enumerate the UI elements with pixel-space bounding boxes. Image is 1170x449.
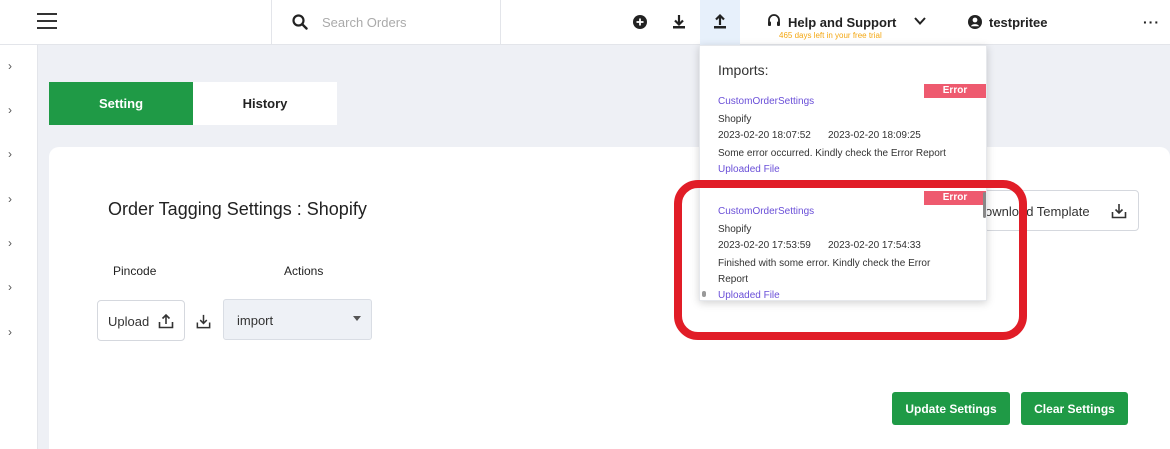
chevron-right-icon[interactable]: ›: [8, 147, 12, 161]
import-end-time: 2023-02-20 17:54:33: [828, 240, 921, 251]
help-and-support[interactable]: Help and Support 465 days left in your f…: [766, 11, 936, 41]
download-icon[interactable]: [670, 13, 688, 31]
add-circle-icon[interactable]: [631, 13, 649, 31]
import-end-time: 2023-02-20 18:09:25: [828, 130, 921, 141]
page-title: Order Tagging Settings : Shopify: [108, 199, 367, 219]
headset-icon: [768, 14, 780, 26]
search-icon: [292, 14, 308, 30]
top-bar: Help and Support 465 days left in your f…: [0, 0, 1170, 45]
help-label: Help and Support: [788, 15, 897, 30]
sidebar: › › › › › › ›: [0, 45, 38, 449]
download-template-label: ownload Template: [985, 204, 1090, 219]
import-start-time: 2023-02-20 18:07:52: [718, 130, 811, 141]
settings-card: Order Tagging Settings : Shopify ownload…: [49, 147, 1170, 449]
download-template-button[interactable]: ownload Template: [984, 190, 1139, 231]
download-icon: [1111, 204, 1127, 219]
username: testpritee: [989, 15, 1048, 30]
import-source: Shopify: [718, 224, 752, 235]
import-message: Some error occurred. Kindly check the Er…: [718, 148, 946, 159]
tab-setting[interactable]: Setting: [49, 82, 193, 125]
upload-icon: [158, 313, 174, 329]
import-message-continued: Report: [718, 274, 749, 285]
import-name-link[interactable]: CustomOrderSettings: [718, 96, 814, 107]
chevron-right-icon[interactable]: ›: [8, 103, 12, 117]
tab-history[interactable]: History: [193, 82, 337, 125]
column-pincode: Pincode: [113, 264, 157, 278]
imports-dropdown: Imports: Error CustomOrderSettings Shopi…: [699, 45, 987, 301]
chevron-right-icon[interactable]: ›: [8, 280, 12, 294]
menu-icon[interactable]: [37, 13, 57, 29]
chevron-down-icon[interactable]: [913, 14, 927, 28]
upload-label: Upload: [108, 314, 150, 329]
import-message: Finished with some error. Kindly check t…: [718, 258, 931, 269]
status-badge: Error: [924, 191, 986, 205]
update-settings-button[interactable]: Update Settings: [892, 392, 1010, 425]
search-box: [271, 0, 501, 45]
chevron-right-icon[interactable]: ›: [8, 325, 12, 339]
clear-settings-button[interactable]: Clear Settings: [1021, 392, 1128, 425]
chevron-right-icon[interactable]: ›: [8, 192, 12, 206]
uploaded-file-link[interactable]: Uploaded File: [718, 164, 780, 175]
import-start-time: 2023-02-20 17:53:59: [718, 240, 811, 251]
chevron-right-icon[interactable]: ›: [8, 59, 12, 73]
uploaded-file-link[interactable]: Uploaded File: [718, 290, 780, 300]
import-name-link[interactable]: CustomOrderSettings: [718, 206, 814, 217]
actions-select-value: import: [237, 313, 274, 328]
caret-down-icon: [353, 316, 361, 321]
scrollbar[interactable]: [983, 192, 986, 218]
upload-button[interactable]: Upload: [97, 300, 185, 341]
upload-icon: [714, 13, 726, 29]
column-actions: Actions: [284, 264, 324, 278]
download-icon[interactable]: [195, 313, 212, 330]
user-icon: [968, 15, 982, 29]
upload-button[interactable]: [700, 0, 740, 45]
actions-select[interactable]: import: [223, 299, 372, 340]
trial-text: 465 days left in your free trial: [779, 31, 882, 40]
status-badge: Error: [924, 84, 986, 98]
imports-title: Imports:: [718, 62, 769, 78]
more-icon[interactable]: ···: [1143, 15, 1160, 29]
search-input[interactable]: [322, 10, 492, 34]
import-source: Shopify: [718, 114, 752, 125]
scroll-indicator: [702, 291, 706, 297]
chevron-right-icon[interactable]: ›: [8, 236, 12, 250]
